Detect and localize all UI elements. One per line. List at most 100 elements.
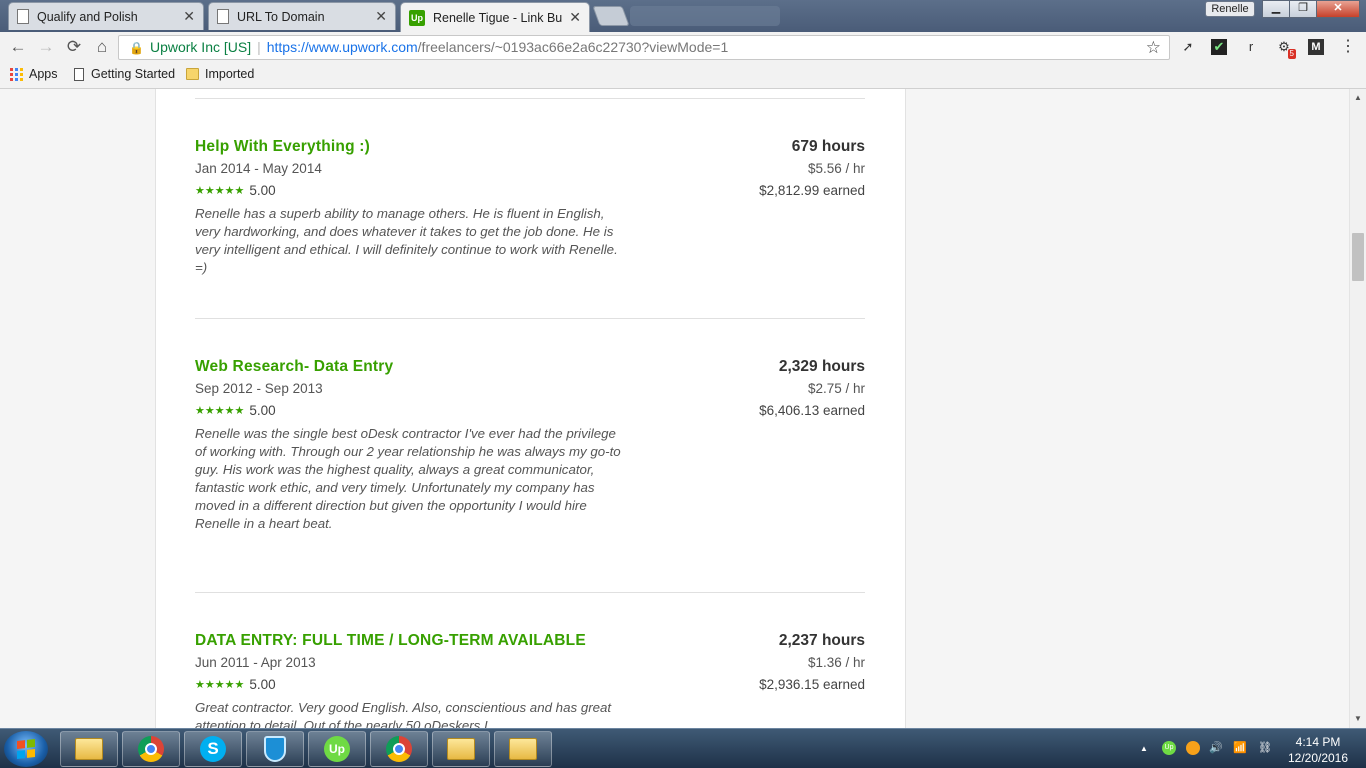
tab-renelle-tigue[interactable]: Up Renelle Tigue - Link Builde ✕	[400, 2, 590, 32]
job-earned: $6,406.13 earned	[759, 403, 865, 418]
job-dates: Jan 2014 - May 2014	[195, 161, 322, 176]
document-icon	[74, 67, 84, 81]
address-bar[interactable]: 🔒 Upwork Inc [US] | https://www.upwork.com/…	[118, 35, 1170, 60]
start-button[interactable]	[4, 731, 48, 767]
secure-origin-label: Upwork Inc [US]	[149, 39, 252, 55]
tray-orange-app-icon[interactable]	[1186, 741, 1200, 755]
job-title-link[interactable]: Help With Everything :)	[195, 138, 370, 156]
profile-button[interactable]: Renelle	[1205, 1, 1255, 17]
chrome-icon	[138, 736, 164, 762]
signal-icon[interactable]: 📶	[1233, 741, 1247, 754]
vertical-scrollbar[interactable]: ▲ ▼	[1349, 89, 1366, 728]
clock-time: 4:14 PM	[1295, 735, 1341, 749]
taskbar-chrome[interactable]	[122, 731, 180, 767]
tab-label: URL To Domain	[237, 9, 325, 24]
bookmark-label: Imported	[205, 67, 255, 81]
bookmark-star-icon[interactable]: ☆	[1146, 36, 1161, 59]
taskbar-explorer-2[interactable]	[432, 731, 490, 767]
tab-qualify-and-polish[interactable]: Qualify and Polish ✕	[8, 2, 204, 30]
star-rating-icon: ★★★★★	[195, 679, 245, 691]
lock-icon: 🔒	[129, 41, 144, 55]
client-feedback: Great contractor. Very good English. Als…	[195, 700, 612, 728]
tab-url-to-domain[interactable]: URL To Domain ✕	[208, 2, 396, 30]
windows-logo-icon	[17, 739, 35, 759]
address-separator: |	[257, 39, 261, 55]
divider	[195, 318, 865, 319]
taskbar-explorer[interactable]	[60, 731, 118, 767]
taskbar-explorer-3[interactable]	[494, 731, 552, 767]
back-button[interactable]: ←	[8, 38, 28, 58]
forward-button[interactable]: →	[36, 38, 56, 58]
background-window-blur	[630, 6, 780, 26]
minimize-button[interactable]: ▁	[1262, 0, 1290, 18]
system-clock[interactable]: 4:14 PM 12/20/2016	[1282, 734, 1354, 766]
taskbar-upwork[interactable]: Up	[308, 731, 366, 767]
extension-arrow-icon[interactable]: ➚	[1178, 37, 1198, 57]
job-earned: $2,812.99 earned	[759, 183, 865, 198]
taskbar-chrome-2[interactable]	[370, 731, 428, 767]
extension-check-icon[interactable]: ✔	[1211, 39, 1227, 55]
tab-close-icon[interactable]: ✕	[569, 9, 581, 26]
bookmark-apps[interactable]: Apps	[10, 67, 58, 81]
scroll-down-icon[interactable]: ▼	[1354, 714, 1362, 723]
extension-badge: 5	[1287, 49, 1296, 59]
network-icon[interactable]: ⛓	[1258, 741, 1272, 754]
scroll-up-icon[interactable]: ▲	[1354, 93, 1362, 102]
job-title-link[interactable]: Web Research- Data Entry	[195, 358, 393, 376]
client-feedback: Renelle has a superb ability to manage o…	[195, 206, 618, 275]
job-entry: Help With Everything :) Jan 2014 - May 2…	[195, 138, 865, 288]
show-hidden-icons-arrow-icon[interactable]: ▲	[1140, 744, 1148, 753]
shield-icon	[264, 736, 286, 762]
tab-close-icon[interactable]: ✕	[183, 8, 195, 25]
url-path: /freelancers/~0193ac66e2a6c22730?viewMod…	[417, 39, 729, 55]
tab-label: Renelle Tigue - Link Builde	[433, 10, 564, 25]
star-rating-icon: ★★★★★	[195, 405, 245, 417]
url-origin: https://www.upwork.com	[266, 39, 418, 55]
taskbar-skype[interactable]: S	[184, 731, 242, 767]
upwork-favicon-icon: Up	[409, 9, 425, 26]
divider	[195, 98, 865, 99]
job-dates: Sep 2012 - Sep 2013	[195, 381, 323, 396]
tab-label: Qualify and Polish	[37, 9, 138, 24]
job-entry: DATA ENTRY: FULL TIME / LONG-TERM AVAILA…	[195, 632, 865, 728]
bookmark-label: Getting Started	[91, 67, 176, 81]
job-earned: $2,936.15 earned	[759, 677, 865, 692]
chrome-icon	[386, 736, 412, 762]
apps-grid-icon	[10, 67, 23, 81]
document-icon	[17, 9, 29, 24]
close-window-button[interactable]: ✕	[1316, 0, 1360, 18]
job-rating: ★★★★★ 5.00	[195, 183, 276, 198]
taskbar-shield-app[interactable]	[246, 731, 304, 767]
bookmark-getting-started[interactable]: Getting Started	[74, 67, 175, 81]
divider	[195, 592, 865, 593]
bookmark-imported[interactable]: Imported	[186, 67, 254, 81]
job-hours: 2,237 hours	[778, 632, 865, 649]
browser-titlebar: Qualify and Polish ✕ URL To Domain ✕ Up …	[0, 0, 1366, 32]
job-rate: $2.75 / hr	[807, 381, 865, 396]
client-feedback: Renelle was the single best oDesk contra…	[195, 426, 621, 531]
tab-close-icon[interactable]: ✕	[375, 8, 387, 25]
folder-icon	[447, 738, 475, 760]
folder-icon	[75, 738, 103, 760]
upwork-icon: Up	[324, 736, 350, 762]
page-viewport: Help With Everything :) Jan 2014 - May 2…	[0, 89, 1349, 728]
home-button[interactable]: ⌂	[92, 38, 112, 58]
maximize-button[interactable]: ❐	[1289, 0, 1317, 18]
volume-icon[interactable]: 🔊	[1209, 741, 1223, 754]
job-entry: Web Research- Data Entry Sep 2012 - Sep …	[195, 358, 865, 558]
job-title-link[interactable]: DATA ENTRY: FULL TIME / LONG-TERM AVAILA…	[195, 632, 586, 650]
reload-button[interactable]: ⟳	[64, 38, 84, 58]
job-rating: ★★★★★ 5.00	[195, 677, 276, 692]
extension-gear-icon[interactable]: ⚙ 5	[1274, 37, 1296, 59]
job-dates: Jun 2011 - Apr 2013	[195, 655, 316, 670]
scroll-thumb[interactable]	[1352, 233, 1364, 281]
chrome-menu-icon[interactable]: ⋮	[1338, 37, 1358, 57]
windows-taskbar: S Up ▲ Up 🔊 📶 ⛓ 4:14 PM 12/20/2016	[0, 728, 1366, 768]
rating-value: 5.00	[249, 403, 276, 418]
folder-icon	[186, 68, 199, 80]
new-tab-button[interactable]	[592, 6, 630, 26]
extension-m-icon[interactable]: M	[1308, 39, 1324, 55]
job-hours: 679 hours	[791, 138, 865, 155]
tray-upwork-icon[interactable]: Up	[1162, 741, 1176, 755]
extension-r-icon[interactable]: r	[1241, 37, 1261, 57]
